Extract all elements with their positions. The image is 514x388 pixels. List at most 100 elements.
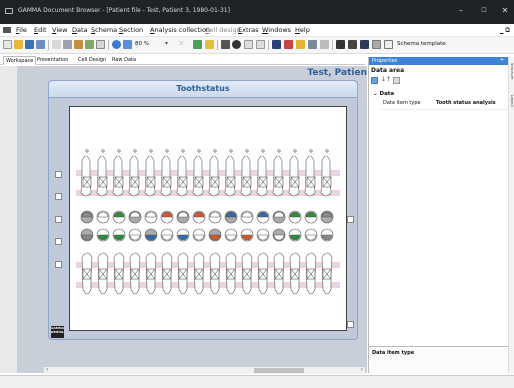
mdi-controls[interactable]: _ ⧉: [500, 26, 510, 35]
lock-icon[interactable]: [205, 40, 214, 49]
collapse-icon[interactable]: ⌄: [373, 91, 378, 97]
property-key: Data item type: [383, 100, 421, 106]
upper-tooth: [288, 155, 300, 197]
window-title: GAMMA Document Browser - [Patient file -…: [18, 7, 230, 14]
menu-file[interactable]: File: [16, 26, 27, 34]
upper-tooth-marker: [229, 149, 233, 153]
highlight-icon[interactable]: [296, 40, 305, 49]
properties-group[interactable]: ⌄ Data: [373, 91, 394, 97]
toolbar-separator: [332, 40, 333, 50]
menu-cell-design[interactable]: Cell design: [205, 26, 241, 34]
toolbar-separator: [268, 40, 269, 50]
toolbar: 80 % ▾ ✕ Schema template: [0, 37, 514, 54]
maximize-button[interactable]: ☐: [477, 5, 491, 17]
menu-section[interactable]: Section: [119, 26, 143, 34]
toothstatus-panel[interactable]: Toothstatus: [48, 80, 358, 340]
window-icon[interactable]: [336, 40, 345, 49]
panel-handle-right[interactable]: [347, 216, 354, 223]
upper-tooth-marker: [213, 149, 217, 153]
pin-icon[interactable]: ⇤: [501, 57, 505, 63]
upper-tooth: [144, 155, 156, 197]
panel-handle-left[interactable]: [55, 261, 62, 268]
page-icon[interactable]: [96, 40, 105, 49]
zoom-icon[interactable]: [123, 40, 132, 49]
layout-icon[interactable]: [244, 40, 253, 49]
properties-group-label: Data: [379, 91, 395, 97]
chart-icon[interactable]: [193, 40, 202, 49]
paste-icon[interactable]: [85, 40, 94, 49]
schema-template-button[interactable]: Schema template: [397, 41, 446, 47]
undo-icon[interactable]: [52, 40, 61, 49]
image-icon[interactable]: [360, 40, 369, 49]
scroll-left-icon[interactable]: ‹: [46, 366, 48, 373]
menu-help[interactable]: Help: [295, 26, 310, 34]
status-bar: [0, 375, 514, 388]
save-icon[interactable]: [25, 40, 34, 49]
menu-view[interactable]: View: [52, 26, 67, 34]
magnet-icon[interactable]: [308, 40, 317, 49]
panel-handle-left[interactable]: [55, 216, 62, 223]
tab-workspace[interactable]: Workspace: [3, 56, 37, 65]
tab-cell-design[interactable]: Cell Design: [76, 56, 108, 65]
table-icon[interactable]: [272, 40, 281, 49]
property-grid-line: [381, 109, 507, 110]
tab-raw-data[interactable]: Raw Data: [110, 56, 138, 65]
upper-tooth-marker: [117, 149, 121, 153]
zoom-dropdown-icon[interactable]: ▾: [165, 40, 168, 47]
upper-tooth: [112, 155, 124, 197]
folder-icon[interactable]: [3, 27, 11, 33]
ruler-icon[interactable]: [372, 40, 381, 49]
frame-icon[interactable]: [256, 40, 265, 49]
delete-icon[interactable]: ✕: [178, 39, 185, 48]
property-pages-icon[interactable]: [393, 77, 400, 84]
print-icon[interactable]: [36, 40, 45, 49]
cut-icon[interactable]: [63, 40, 72, 49]
menu-extras[interactable]: Extras: [238, 26, 259, 34]
upper-tooth: [240, 155, 252, 197]
minimize-button[interactable]: –: [454, 5, 468, 17]
left-gutter: [0, 66, 17, 373]
screen-icon[interactable]: [348, 40, 357, 49]
horizontal-scrollbar[interactable]: ‹ ›: [44, 366, 365, 374]
panel-handle-left[interactable]: [55, 238, 62, 245]
upper-tooth: [224, 155, 236, 197]
zoom-level[interactable]: 80 %: [135, 41, 149, 47]
tooth-chart[interactable]: [69, 106, 347, 331]
globe-icon[interactable]: [112, 40, 121, 49]
upper-tooth: [128, 155, 140, 197]
new-icon[interactable]: [3, 40, 12, 49]
camera-icon[interactable]: [232, 40, 241, 49]
side-tab-layout[interactable]: Layout: [510, 95, 514, 107]
menu-data[interactable]: Data: [72, 26, 88, 34]
property-value[interactable]: Tooth status analysis: [436, 100, 496, 106]
panel-handle-right[interactable]: [347, 321, 354, 328]
toolbar-separator: [108, 40, 109, 50]
template-icon[interactable]: [384, 40, 393, 49]
panel-handle-left[interactable]: [55, 193, 62, 200]
scroll-right-icon[interactable]: ›: [361, 366, 363, 373]
menu-analysis-collection[interactable]: Analysis collection: [150, 26, 210, 34]
app-icon: [5, 8, 13, 14]
chart-bar-icon[interactable]: [284, 40, 293, 49]
upper-tooth-marker: [325, 149, 329, 153]
upper-tooth-marker: [85, 149, 89, 153]
menu-windows[interactable]: Windows: [262, 26, 291, 34]
sort-az-icon[interactable]: ↓↑: [381, 76, 391, 83]
property-description-title: Data item type: [372, 350, 415, 356]
grid-icon[interactable]: [221, 40, 230, 49]
copy-icon[interactable]: [74, 40, 83, 49]
menu-schema[interactable]: Schema: [91, 26, 117, 34]
open-icon[interactable]: [14, 40, 23, 49]
property-description: Data item type: [369, 346, 509, 373]
categorized-icon[interactable]: [371, 77, 378, 84]
panel-handle-left[interactable]: [55, 171, 62, 178]
upper-tooth: [96, 155, 108, 197]
scrollbar-thumb[interactable]: [254, 368, 304, 373]
menu-edit[interactable]: Edit: [34, 26, 47, 34]
tab-presentation[interactable]: Presentation: [35, 56, 70, 65]
close-button[interactable]: ✕: [498, 5, 512, 17]
patient-name: Test, Patien: [307, 68, 367, 78]
side-tab-structure[interactable]: Structure: [510, 63, 514, 79]
upper-tooth-marker: [101, 149, 105, 153]
connect-icon[interactable]: [320, 40, 329, 49]
